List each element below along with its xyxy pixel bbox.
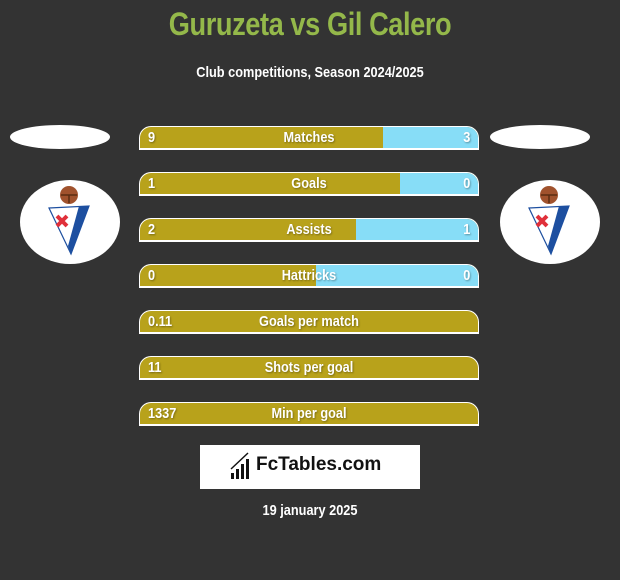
stat-row: 0.11 Goals per match (139, 310, 479, 334)
page-title: Guruzeta vs Gil Calero (168, 6, 452, 42)
stat-row: 0 Hattricks 0 (139, 264, 479, 288)
sd-eibar-crest-icon (528, 186, 570, 256)
stat-row: 1 Goals 0 (139, 172, 479, 196)
logo-text: FcTables.com (256, 454, 382, 475)
sd-eibar-crest-icon (48, 186, 90, 256)
page-subtitle: Club competitions, Season 2024/2025 (196, 64, 424, 81)
right-value: 3 (462, 129, 470, 146)
left-value: 11 (148, 359, 162, 376)
bar-chart-icon (230, 452, 249, 479)
right-value: 0 (462, 175, 470, 192)
stat-label: Matches (283, 129, 335, 146)
left-value: 0 (148, 267, 156, 284)
left-team-name-placeholder (10, 125, 110, 149)
right-value: 0 (462, 267, 470, 284)
stat-label: Min per goal (271, 405, 347, 422)
right-team-name-placeholder (490, 125, 590, 149)
right-team-badge (500, 180, 600, 264)
stat-label: Assists (286, 221, 332, 238)
right-value: 1 (462, 221, 470, 238)
left-team-badge (20, 180, 120, 264)
left-value: 2 (148, 221, 156, 238)
left-value: 9 (148, 129, 156, 146)
stat-label: Hattricks (281, 267, 337, 284)
stat-label: Shots per goal (264, 359, 354, 376)
left-value: 1 (148, 175, 156, 192)
stat-row: 11 Shots per goal (139, 356, 479, 380)
stat-row: 2 Assists 1 (139, 218, 479, 242)
stat-label: Goals per match (259, 313, 359, 330)
fctables-logo[interactable]: FcTables.com (200, 445, 420, 489)
date-label: 19 january 2025 (262, 502, 358, 519)
stat-row: 1337 Min per goal (139, 402, 479, 426)
stat-row: 9 Matches 3 (139, 126, 479, 150)
stat-label: Goals (291, 175, 327, 192)
